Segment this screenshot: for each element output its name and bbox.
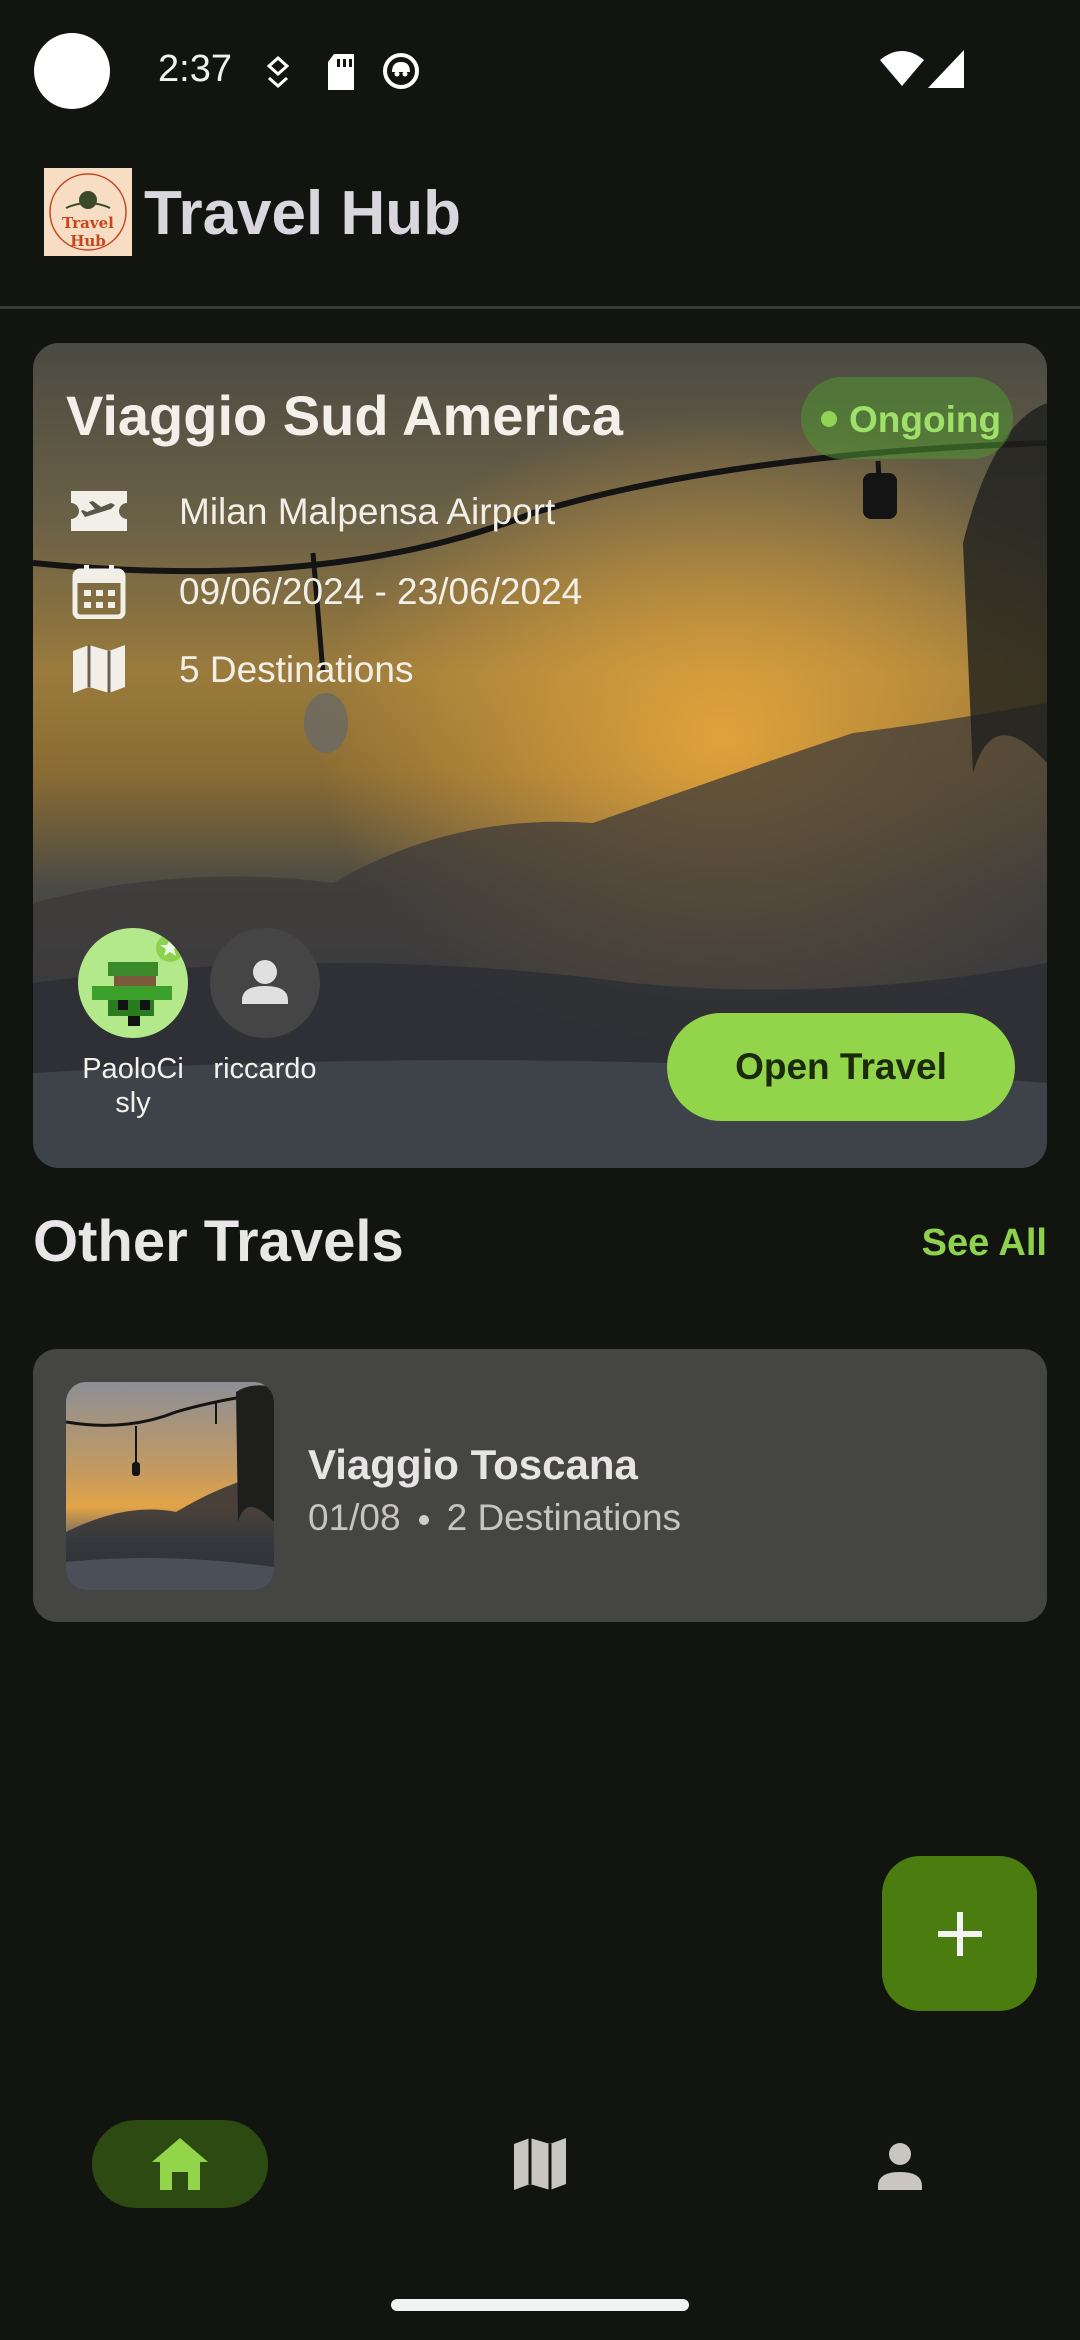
trip-status-badge: Ongoing xyxy=(801,377,1013,459)
separator-dot xyxy=(418,1515,429,1526)
avatar xyxy=(78,928,188,1038)
departure-text: Milan Malpensa Airport xyxy=(179,491,556,532)
person-icon xyxy=(878,2143,922,2190)
cell-signal-icon xyxy=(928,50,964,88)
travel-title: Viaggio Toscana xyxy=(308,1441,638,1488)
avatar xyxy=(210,928,320,1038)
map-icon xyxy=(73,645,125,693)
cat-face-icon xyxy=(383,53,419,89)
app-logo: Travel Hub xyxy=(44,168,132,256)
nav-profile[interactable] xyxy=(812,2120,988,2208)
pixel-avatar-icon xyxy=(92,934,184,1026)
status-bar: 2:37 xyxy=(0,0,1080,140)
add-travel-button[interactable] xyxy=(882,1856,1037,2011)
status-dot xyxy=(821,411,837,427)
status-time: 2:37 xyxy=(158,48,232,90)
calendar-icon xyxy=(72,565,126,619)
nav-map[interactable] xyxy=(452,2120,628,2208)
map-icon xyxy=(514,2138,566,2190)
trip-title: Viaggio Sud America xyxy=(66,384,624,447)
travel-date: 01/08 xyxy=(308,1497,401,1538)
nav-home[interactable] xyxy=(92,2120,268,2208)
plus-icon xyxy=(938,1912,982,1956)
logo-text: Travel Hub xyxy=(62,214,114,250)
travel-destinations: 2 Destinations xyxy=(446,1497,682,1538)
featured-trip-card[interactable]: Viaggio Sud America Ongoing Milan Malpen… xyxy=(33,343,1047,1168)
home-indicator[interactable] xyxy=(391,2299,689,2311)
wifi-icon xyxy=(880,51,924,86)
member-paolocisly[interactable]: PaoloCi sly xyxy=(73,928,193,1120)
home-icon xyxy=(152,2138,208,2190)
dates-text: 09/06/2024 - 23/06/2024 xyxy=(179,571,583,612)
travel-list-item[interactable]: Viaggio Toscana 01/08 2 Destinations xyxy=(33,1349,1047,1622)
app-title: Travel Hub xyxy=(144,179,461,248)
member-name: riccardo xyxy=(213,1053,317,1085)
open-travel-button[interactable]: Open Travel xyxy=(667,1013,1015,1121)
person-icon xyxy=(242,960,288,1004)
travel-meta: 01/08 2 Destinations xyxy=(308,1497,681,1539)
member-name: PaoloCi sly xyxy=(82,1053,184,1119)
status-label: Ongoing xyxy=(849,399,1002,440)
bottom-navigation xyxy=(0,2090,1080,2240)
app-header: Travel Hub Travel Hub xyxy=(0,150,1080,306)
see-all-link[interactable]: See All xyxy=(922,1222,1047,1265)
flight-ticket-icon xyxy=(71,491,127,531)
member-riccardo[interactable]: riccardo xyxy=(205,928,325,1086)
header-divider xyxy=(0,306,1080,309)
travel-thumbnail xyxy=(66,1382,274,1590)
sd-card-icon xyxy=(328,54,354,90)
section-title: Other Travels xyxy=(33,1209,404,1274)
location-icon xyxy=(266,56,290,88)
app-screen: 2:37 Travel Hub Travel Hub Viaggio Sud A… xyxy=(0,0,1080,2340)
destinations-text: 5 Destinations xyxy=(179,649,414,690)
camera-cutout xyxy=(34,33,110,109)
